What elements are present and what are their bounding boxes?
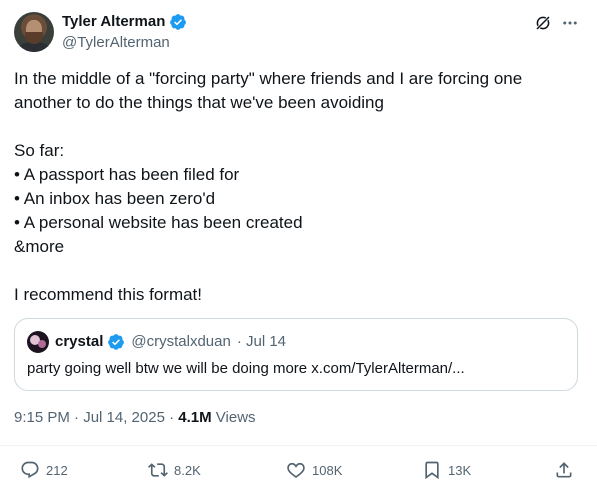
bookmark-count: 13K	[448, 462, 472, 478]
author-name[interactable]: Tyler Alterman	[62, 12, 165, 32]
quote-author-name[interactable]: crystal	[55, 332, 103, 352]
reply-count: 212	[46, 462, 68, 478]
tweet-text-line: So far:	[14, 141, 65, 160]
reply-icon	[21, 461, 39, 479]
timestamp[interactable]: 9:15 PM · Jul 14, 2025 ·	[14, 409, 178, 426]
verified-badge-icon	[170, 14, 187, 30]
retweet-icon	[148, 463, 168, 477]
quote-header: crystal @crystalxduan · Jul 14	[55, 332, 286, 352]
tweet-meta: 9:15 PM · Jul 14, 2025 · 4.1M Views	[14, 408, 256, 428]
grok-icon[interactable]	[534, 14, 552, 32]
tweet-text-line: In the middle of a "forcing party" where…	[14, 69, 523, 88]
like-icon	[287, 462, 305, 478]
tweet-text-line: • A personal website has been created	[14, 213, 303, 232]
tweet-text-line: • A passport has been filed for	[14, 165, 240, 184]
bookmark-icon	[425, 461, 439, 480]
more-icon[interactable]	[560, 14, 580, 32]
author-handle[interactable]: @TylerAlterman	[62, 33, 170, 53]
quote-author-avatar[interactable]	[27, 331, 49, 353]
quote-author-handle[interactable]: @crystalxduan	[131, 332, 230, 352]
tweet-text-line: I recommend this format!	[14, 285, 203, 304]
author-avatar[interactable]	[14, 12, 54, 52]
tweet-card: Tyler Alterman @TylerAlterman In the mid…	[0, 0, 597, 501]
tweet-text-line: another to do the things that we've been…	[14, 93, 384, 112]
like-count: 108K	[312, 462, 343, 478]
divider	[0, 445, 597, 446]
views-label: Views	[211, 409, 256, 426]
tweet-text: In the middle of a "forcing party" where…	[14, 67, 574, 307]
author-name-row[interactable]: Tyler Alterman	[62, 12, 187, 32]
quote-date[interactable]: · Jul 14	[237, 332, 286, 352]
retweet-button[interactable]: 8.2K	[148, 460, 201, 480]
quote-text: party going well btw we will be doing mo…	[27, 360, 465, 377]
bookmark-button[interactable]: 13K	[422, 460, 471, 480]
share-button[interactable]	[554, 460, 574, 480]
tweet-text-line: • An inbox has been zero'd	[14, 189, 216, 208]
views-count: 4.1M	[178, 409, 212, 426]
reply-button[interactable]: 212	[20, 460, 68, 480]
tweet-text-line: &more	[14, 237, 65, 256]
share-icon	[556, 462, 572, 478]
like-button[interactable]: 108K	[286, 460, 342, 480]
retweet-count: 8.2K	[174, 462, 201, 478]
verified-badge-icon	[108, 334, 125, 350]
quote-tweet-card[interactable]: crystal @crystalxduan · Jul 14 party goi…	[14, 318, 578, 391]
